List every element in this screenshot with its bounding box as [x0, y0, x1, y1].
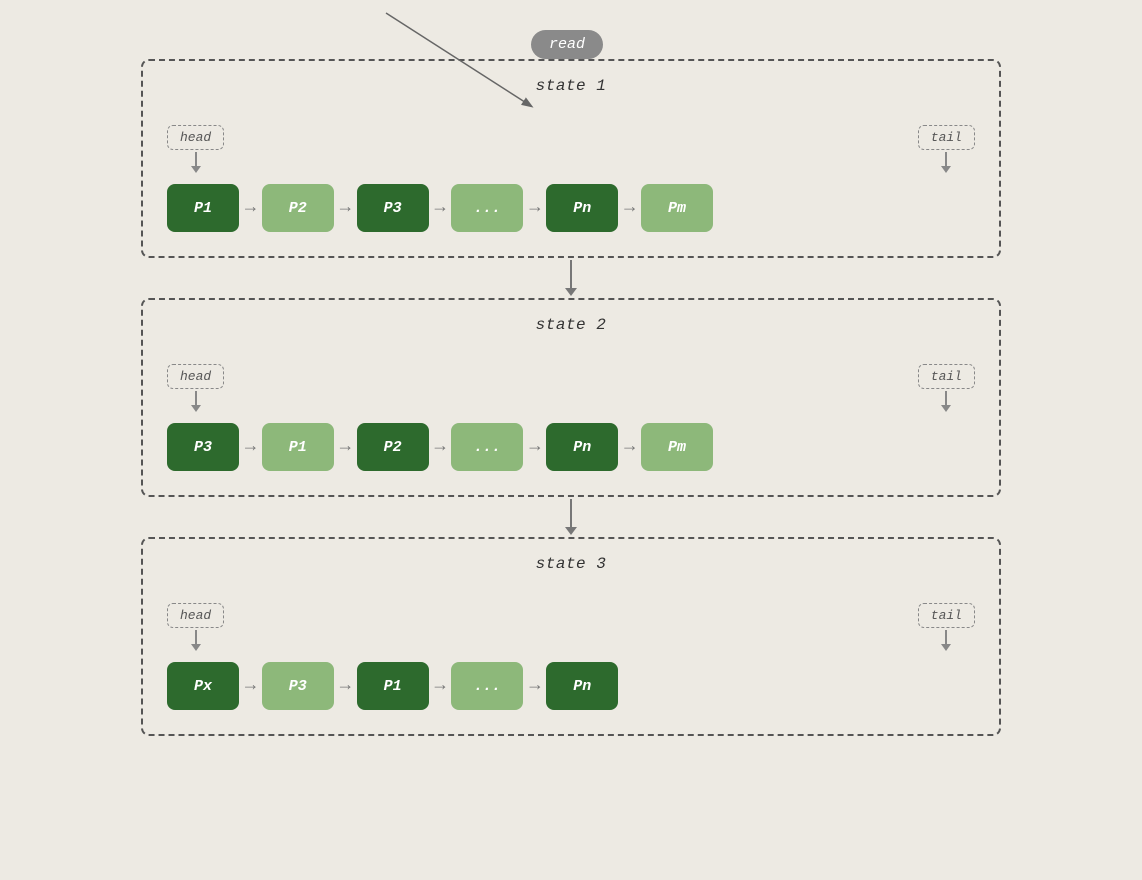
- diagram-container: read state 1 head: [141, 30, 1001, 736]
- arrow: →: [340, 198, 351, 218]
- state2-nodes-row: P3 → P1 → P2 → ... → Pn → Pm: [167, 423, 975, 471]
- state1-node-pm: Pm: [641, 184, 713, 232]
- state3-node-p1: P1: [357, 662, 429, 710]
- state2-node-pm: Pm: [641, 423, 713, 471]
- state2-node-dots: ...: [451, 423, 523, 471]
- state1-box: state 1 head tail: [141, 59, 1001, 258]
- state2-title: state 2: [167, 316, 975, 334]
- state1-node-p1: P1: [167, 184, 239, 232]
- state3-head-label: head: [167, 603, 224, 628]
- state1-tail-label: tail: [918, 125, 975, 150]
- state3-node-px: Px: [167, 662, 239, 710]
- arrow: →: [435, 198, 446, 218]
- arrow: →: [340, 676, 351, 696]
- state1-node-p3: P3: [357, 184, 429, 232]
- state3-title: state 3: [167, 555, 975, 573]
- state3-box: state 3 head tail: [141, 537, 1001, 736]
- state1-node-p2: P2: [262, 184, 334, 232]
- connector-2-3: [565, 497, 577, 537]
- state2-node-p3: P3: [167, 423, 239, 471]
- state2-node-p2: P2: [357, 423, 429, 471]
- state2-wrapper: state 2 head tail: [141, 298, 1001, 497]
- arrow: →: [529, 676, 540, 696]
- state1-title: state 1: [167, 77, 975, 95]
- state1-nodes-row: P1 → P2 → P3 → ... → Pn → Pm: [167, 184, 975, 232]
- state1-head-label: head: [167, 125, 224, 150]
- state2-box: state 2 head tail: [141, 298, 1001, 497]
- state3-node-p3: P3: [262, 662, 334, 710]
- state3-wrapper: state 3 head tail: [141, 537, 1001, 736]
- state1-node-pn: Pn: [546, 184, 618, 232]
- arrow: →: [624, 198, 635, 218]
- connector-1-2: [565, 258, 577, 298]
- arrow: →: [340, 437, 351, 457]
- arrow: →: [245, 437, 256, 457]
- state2-node-pn: Pn: [546, 423, 618, 471]
- state2-head-label: head: [167, 364, 224, 389]
- state1-node-dots: ...: [451, 184, 523, 232]
- state2-node-p1: P1: [262, 423, 334, 471]
- state3-nodes-row: Px → P3 → P1 → ... → Pn: [167, 662, 975, 710]
- arrow: →: [245, 676, 256, 696]
- state3-tail-label: tail: [918, 603, 975, 628]
- read-bubble: read: [531, 30, 603, 59]
- arrow: →: [435, 676, 446, 696]
- state2-tail-label: tail: [918, 364, 975, 389]
- arrow: →: [529, 437, 540, 457]
- arrow: →: [245, 198, 256, 218]
- state1-wrapper: state 1 head tail: [141, 59, 1001, 258]
- state3-node-pn: Pn: [546, 662, 618, 710]
- arrow: →: [529, 198, 540, 218]
- arrow: →: [624, 437, 635, 457]
- state3-node-dots: ...: [451, 662, 523, 710]
- arrow: →: [435, 437, 446, 457]
